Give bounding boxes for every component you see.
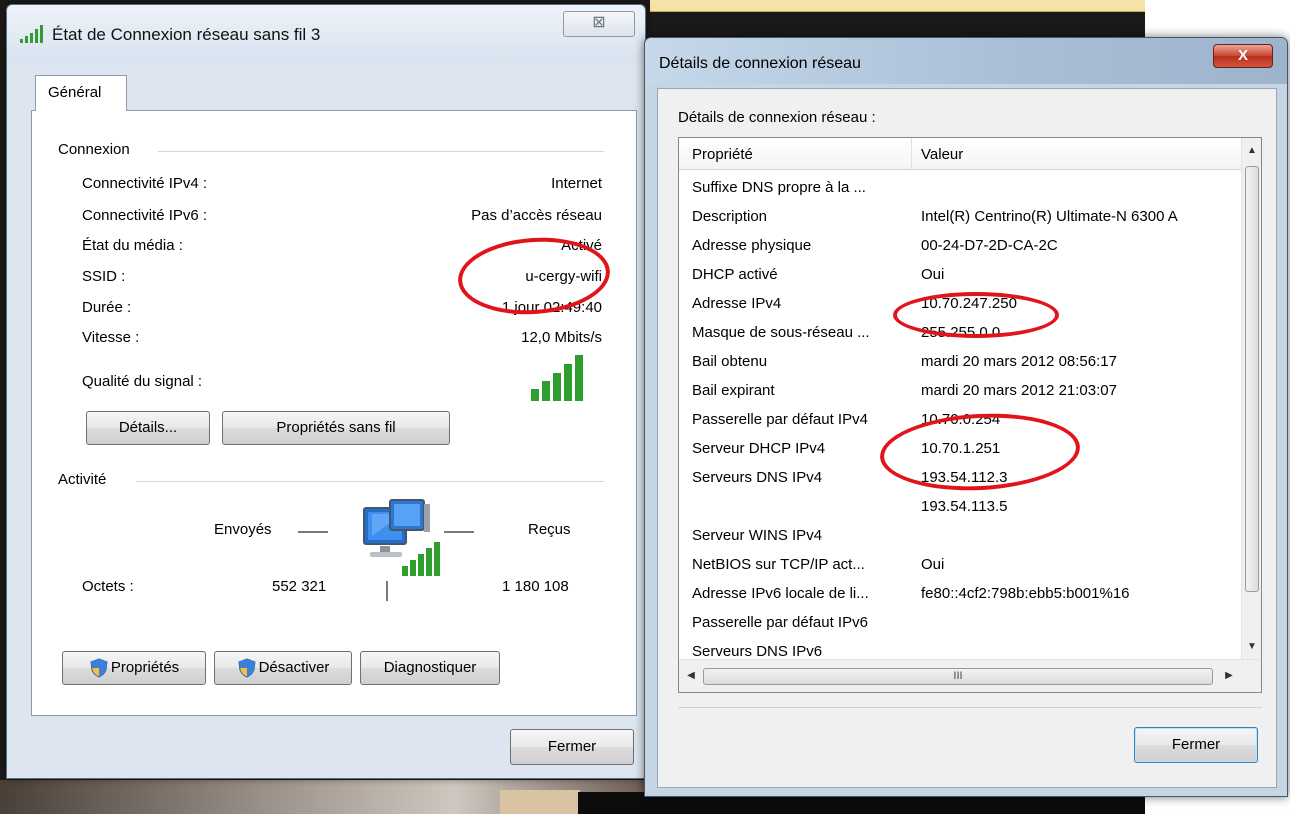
details-window-title: Détails de connexion réseau [659,55,861,72]
signal-quality-label: Qualité du signal : [82,373,203,390]
list-item[interactable]: Adresse physique 00-24-D7-2D-CA-2C [679,231,1243,260]
tab-general[interactable]: Général [35,75,127,111]
status-window-title: État de Connexion réseau sans fil 3 [52,25,321,44]
connection-group-label: Connexion [58,141,140,158]
list-item[interactable]: Serveurs DNS IPv6 [679,637,1243,660]
details-list-header: Propriété Valeur [679,138,1243,170]
duration-label: Durée : [82,299,132,316]
status-window-titlebar[interactable]: État de Connexion réseau sans fil 3 ⊠ [7,5,645,63]
wireless-signal-icon [20,25,43,43]
desktop-background-strip [650,0,1145,12]
list-item[interactable]: Adresse IPv6 locale de li... fe80::4cf2:7… [679,579,1243,608]
status-window-body: Général Connexion Connectivité IPv4 : In… [31,75,637,717]
sent-connector [298,531,328,533]
desktop-background-bottom-mid [500,790,580,814]
details-vertical-scrollbar[interactable]: ▲ ▼ [1241,138,1261,660]
disable-button[interactable]: Désactiver [214,651,352,685]
activity-group-label: Activité [58,471,117,488]
uac-shield-icon [238,658,256,678]
list-item[interactable]: Suffixe DNS propre à la ... [679,173,1243,202]
list-item[interactable]: DHCP activé Oui [679,260,1243,289]
details-window-close-button[interactable]: X [1213,44,1273,68]
column-separator[interactable] [911,138,912,170]
vertical-scroll-thumb[interactable] [1245,166,1259,592]
connection-group-divider [158,151,604,152]
signal-strength-icon [531,355,583,401]
list-item[interactable]: Serveur WINS IPv4 [679,521,1243,550]
received-connector [444,531,474,533]
list-item[interactable]: 193.54.113.5 [679,492,1243,521]
uac-shield-icon [90,658,108,678]
disable-button-label: Désactiver [258,659,330,676]
properties-button[interactable]: Propriétés [62,651,206,685]
diagnose-button[interactable]: Diagnostiquer [360,651,500,685]
bytes-label: Octets : [82,578,134,595]
list-item[interactable]: Bail expirant mardi 20 mars 2012 21:03:07 [679,376,1243,405]
scroll-right-arrow-icon[interactable]: ▶ [1219,665,1239,687]
network-activity-icon [363,499,440,576]
general-panel: Connexion Connectivité IPv4 : Internet C… [31,110,637,716]
received-label: Reçus [528,521,571,538]
list-item[interactable]: Bail obtenu mardi 20 mars 2012 08:56:17 [679,347,1243,376]
list-item[interactable]: Passerelle par défaut IPv6 [679,608,1243,637]
properties-button-label: Propriétés [110,659,180,676]
details-section-label: Détails de connexion réseau : [678,109,876,126]
scroll-left-arrow-icon[interactable]: ◀ [681,665,701,687]
ipv6-connectivity-value: Pas d’accès réseau [471,207,602,224]
scroll-up-arrow-icon[interactable]: ▲ [1242,140,1261,162]
bytes-received-value: 1 180 108 [502,578,569,595]
column-header-property[interactable]: Propriété [692,146,753,163]
ipv6-connectivity-label: Connectivité IPv6 : [82,207,208,224]
horizontal-scroll-thumb[interactable]: III [703,668,1213,685]
speed-label: Vitesse : [82,329,140,346]
bytes-divider [386,581,388,601]
details-horizontal-scrollbar[interactable]: ◀ III ▶ [679,659,1261,692]
column-header-value[interactable]: Valeur [921,146,963,163]
activity-group-divider [136,481,604,482]
status-close-button[interactable]: Fermer [510,729,634,765]
wireless-properties-button[interactable]: Propriétés sans fil [222,411,450,445]
sent-label: Envoyés [214,521,272,538]
annotation-ellipse-ipv4 [893,292,1059,338]
bytes-sent-value: 552 321 [272,578,327,595]
list-item[interactable]: Description Intel(R) Centrino(R) Ultimate… [679,202,1243,231]
details-window-titlebar[interactable]: Détails de connexion réseau X [645,38,1287,84]
media-state-label: État du média : [82,237,183,254]
ssid-label: SSID : [82,268,126,285]
details-divider [678,707,1262,708]
speed-value: 12,0 Mbits/s [521,329,602,346]
details-close-button[interactable]: Fermer [1134,727,1258,763]
status-window: État de Connexion réseau sans fil 3 ⊠ Gé… [6,4,646,779]
scroll-down-arrow-icon[interactable]: ▼ [1242,636,1261,658]
status-window-close-button[interactable]: ⊠ [563,11,635,37]
details-button[interactable]: Détails... [86,411,210,445]
ipv4-connectivity-label: Connectivité IPv4 : [82,175,208,192]
ipv4-connectivity-value: Internet [551,175,602,192]
list-item[interactable]: NetBIOS sur TCP/IP act... Oui [679,550,1243,579]
